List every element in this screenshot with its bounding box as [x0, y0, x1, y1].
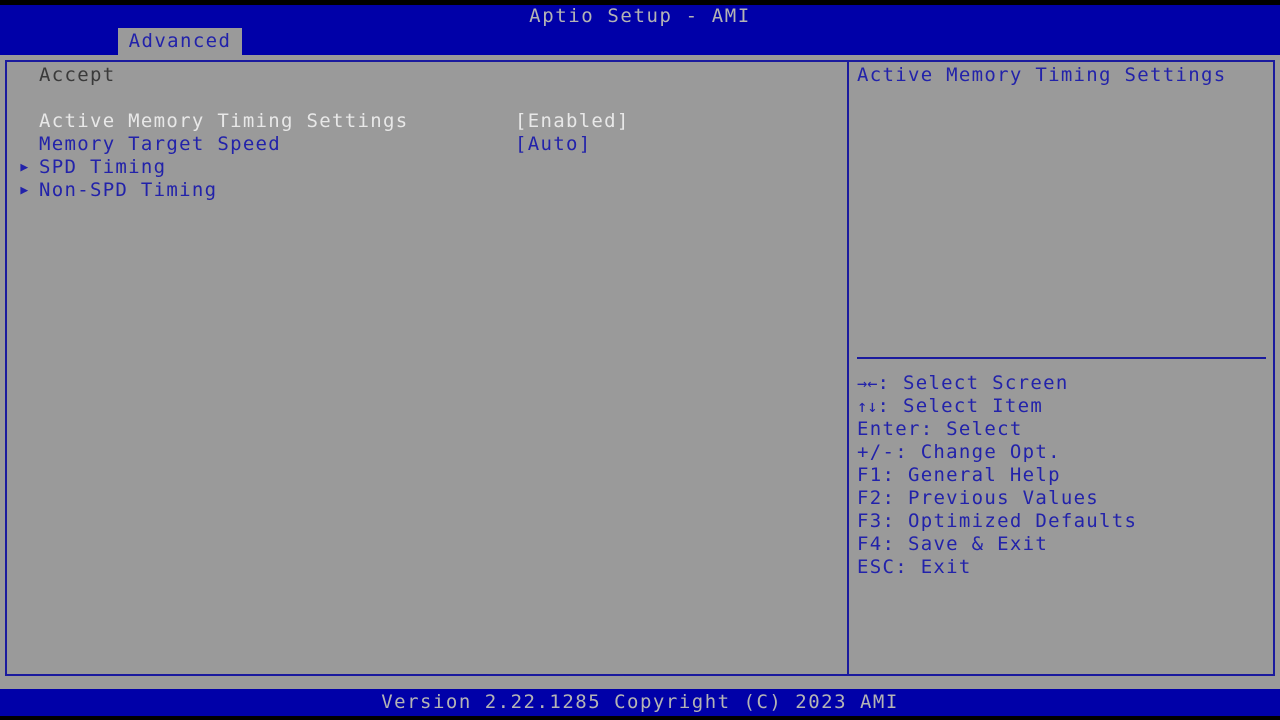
legend-text: : Select Item: [877, 395, 1043, 417]
settings-row-value[interactable]: [Enabled]: [515, 110, 630, 133]
settings-row[interactable]: Memory Target Speed [Auto]: [9, 133, 847, 156]
legend-row: +/-: Change Opt.: [857, 441, 1269, 464]
settings-row-spacer: [9, 87, 847, 110]
help-pane: Active Memory Timing Settings →←: Select…: [857, 64, 1269, 672]
settings-list: Accept Active Memory Timing Settings [Enab…: [9, 64, 847, 672]
settings-row-label: Non-SPD Timing: [39, 179, 217, 202]
settings-row-value[interactable]: [Auto]: [515, 133, 591, 156]
help-separator: [857, 357, 1266, 359]
settings-row-label: Memory Target Speed: [39, 133, 281, 156]
legend-row: →←: Select Screen: [857, 372, 1269, 395]
legend-key: F3: [857, 510, 882, 532]
settings-row[interactable]: Accept: [9, 64, 847, 87]
bios-setup-screen: Aptio Setup - AMI Advanced Accept Active …: [0, 0, 1280, 720]
bottom-black-strip: [0, 716, 1280, 720]
settings-row[interactable]: Active Memory Timing Settings [Enabled]: [9, 110, 847, 133]
legend-text: : General Help: [882, 464, 1060, 486]
settings-row-label: Accept: [39, 64, 115, 87]
footer-version: Version 2.22.1285 Copyright (C) 2023 AMI: [0, 689, 1280, 716]
legend-key: F2: [857, 487, 882, 509]
legend-text: : Previous Values: [882, 487, 1099, 509]
legend-key: ESC: [857, 556, 895, 578]
submenu-arrow-icon: ▶: [17, 156, 33, 179]
legend-text: : Change Opt.: [895, 441, 1061, 463]
legend-key: ↑↓: [857, 397, 877, 417]
submenu-arrow-icon: ▶: [17, 179, 33, 202]
settings-row-label: SPD Timing: [39, 156, 166, 179]
settings-row[interactable]: ▶ SPD Timing: [9, 156, 847, 179]
legend-row: Enter: Select: [857, 418, 1269, 441]
legend-key: F4: [857, 533, 882, 555]
legend-row: F4: Save & Exit: [857, 533, 1269, 556]
legend-key: →←: [857, 374, 877, 394]
tab-advanced[interactable]: Advanced: [118, 28, 242, 55]
legend-row: ↑↓: Select Item: [857, 395, 1269, 418]
legend-text: : Select: [921, 418, 1023, 440]
page-title: Aptio Setup - AMI: [0, 5, 1280, 28]
legend-row: ESC: Exit: [857, 556, 1269, 579]
settings-row-label: Active Memory Timing Settings: [39, 110, 408, 133]
settings-row[interactable]: ▶ Non-SPD Timing: [9, 179, 847, 202]
legend-row: F2: Previous Values: [857, 487, 1269, 510]
legend-row: F1: General Help: [857, 464, 1269, 487]
legend-key: Enter: [857, 418, 921, 440]
legend-text: : Select Screen: [877, 372, 1068, 394]
legend-key: F1: [857, 464, 882, 486]
legend-text: : Optimized Defaults: [882, 510, 1137, 532]
legend-key: +/-: [857, 441, 895, 463]
pane-divider: [847, 60, 849, 676]
legend-row: F3: Optimized Defaults: [857, 510, 1269, 533]
help-description: Active Memory Timing Settings: [857, 64, 1269, 87]
legend-text: : Exit: [895, 556, 971, 578]
key-legend: →←: Select Screen↑↓: Select ItemEnter: S…: [857, 372, 1269, 579]
legend-text: : Save & Exit: [882, 533, 1048, 555]
